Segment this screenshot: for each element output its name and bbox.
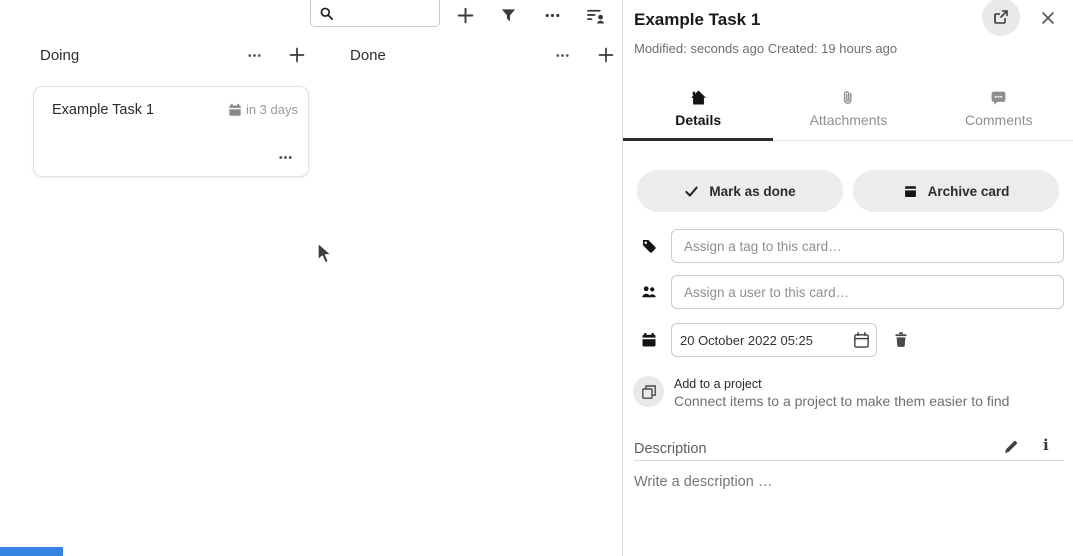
open-calendar-button[interactable] <box>852 331 871 350</box>
plus-icon <box>288 46 306 64</box>
plus-icon <box>456 6 475 25</box>
more-icon <box>277 149 294 166</box>
calendar-outline-icon <box>852 331 871 350</box>
popout-icon <box>992 8 1010 26</box>
card-detail-pane: Example Task 1 Modified: seconds ago Cre… <box>622 0 1073 556</box>
more-icon <box>554 47 571 64</box>
card-due-date: in 3 days <box>228 102 298 117</box>
add-to-project-row[interactable]: Add to a project Connect items to a proj… <box>623 374 1073 412</box>
panel-meta: Modified: seconds ago Created: 19 hours … <box>634 41 897 56</box>
check-icon <box>684 184 699 199</box>
tab-details[interactable]: Details <box>623 80 773 140</box>
pencil-icon <box>1003 439 1019 455</box>
column-done-menu-button[interactable] <box>551 44 573 66</box>
edit-description-button[interactable] <box>1003 439 1019 455</box>
more-icon <box>246 47 263 64</box>
chat-icon <box>990 89 1007 106</box>
mark-as-done-button[interactable]: Mark as done <box>637 170 843 212</box>
filter-icon <box>500 7 517 24</box>
blue-indicator <box>0 547 63 556</box>
kanban-board-pane: Doing Done Example Task 1 <box>0 0 622 556</box>
tab-comments[interactable]: Comments <box>924 80 1073 140</box>
tab-label: Attachments <box>810 112 888 128</box>
remove-date-button[interactable] <box>893 331 909 348</box>
plus-icon <box>597 46 615 64</box>
sort-assignee-button[interactable] <box>583 3 607 27</box>
add-to-project-button[interactable] <box>633 376 664 407</box>
card-due-label: in 3 days <box>246 102 298 117</box>
board-menu-button[interactable] <box>540 3 564 27</box>
archive-icon <box>903 184 918 199</box>
column-done-add-button[interactable] <box>595 44 617 66</box>
due-date-field[interactable]: 20 October 2022 05:25 <box>671 323 877 357</box>
calendar-icon <box>228 103 242 117</box>
card-menu-button[interactable] <box>277 149 294 166</box>
description-label: Description <box>634 441 707 457</box>
card-title: Example Task 1 <box>52 102 154 118</box>
info-icon[interactable]: i <box>1043 436 1049 454</box>
detail-tabs: Details Attachments Comments <box>623 80 1073 141</box>
column-doing-add-button[interactable] <box>286 44 308 66</box>
user-row <box>623 275 1073 309</box>
column-title-doing: Doing <box>40 47 79 64</box>
description-placeholder[interactable]: Write a description … <box>634 474 772 490</box>
mouse-cursor <box>316 242 335 266</box>
card-actions: Mark as done Archive card <box>637 170 1059 212</box>
open-in-window-button[interactable] <box>982 0 1020 36</box>
project-frames-icon <box>641 384 657 400</box>
due-date-value: 20 October 2022 05:25 <box>680 333 813 348</box>
due-date-row: 20 October 2022 05:25 <box>623 323 1073 357</box>
archive-card-button[interactable]: Archive card <box>853 170 1059 212</box>
column-title-done: Done <box>350 47 386 64</box>
paperclip-icon <box>840 89 856 106</box>
tab-label: Details <box>675 112 721 128</box>
column-doing-menu-button[interactable] <box>243 44 265 66</box>
calendar-icon <box>641 332 657 348</box>
sort-assignee-icon <box>585 6 606 25</box>
search-input[interactable] <box>310 0 440 27</box>
home-icon <box>690 89 707 106</box>
add-to-project-title: Add to a project <box>674 377 762 391</box>
add-card-button[interactable] <box>453 3 477 27</box>
close-button[interactable] <box>1038 8 1058 28</box>
close-icon <box>1040 10 1056 26</box>
tag-row <box>623 229 1073 263</box>
tab-label: Comments <box>965 112 1033 128</box>
panel-title: Example Task 1 <box>634 10 760 30</box>
search-icon <box>319 6 334 21</box>
archive-card-label: Archive card <box>928 184 1010 199</box>
more-icon <box>543 6 562 25</box>
mark-as-done-label: Mark as done <box>709 184 795 199</box>
user-input[interactable] <box>671 275 1064 309</box>
filter-button[interactable] <box>496 3 520 27</box>
trash-icon <box>893 331 909 348</box>
users-icon <box>641 284 658 300</box>
task-card[interactable]: Example Task 1 in 3 days <box>33 86 309 177</box>
tab-attachments[interactable]: Attachments <box>773 80 923 140</box>
description-header: Description i <box>634 439 1064 461</box>
tag-icon <box>641 238 657 254</box>
add-to-project-subtitle: Connect items to a project to make them … <box>674 393 1009 409</box>
tag-input[interactable] <box>671 229 1064 263</box>
